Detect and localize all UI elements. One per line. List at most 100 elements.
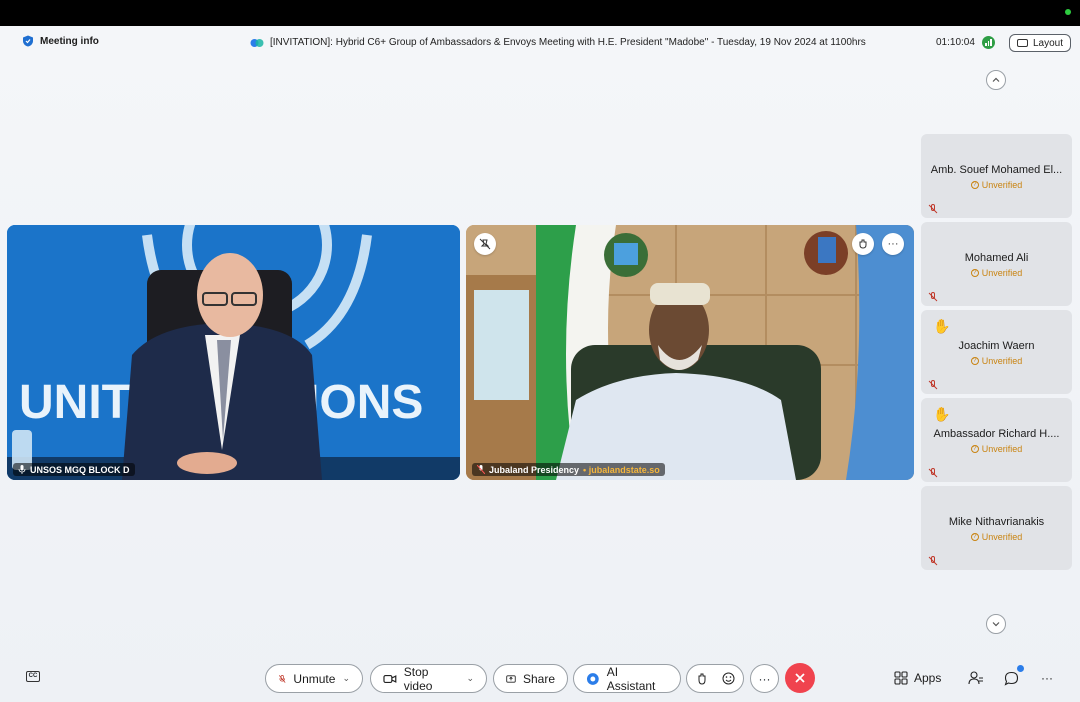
unmute-label: Unmute <box>293 671 336 686</box>
status-text: Unverified <box>981 532 1023 542</box>
unverified-icon: ? <box>970 533 979 541</box>
unverified-icon: ? <box>970 181 979 189</box>
participant-card[interactable]: ✋ Joachim Waern ? Unverified <box>921 310 1072 394</box>
video-name-tag: Jubaland Presidency • jubalandstate.so <box>472 463 665 476</box>
ai-assistant-label: AI Assistant <box>606 664 656 693</box>
chevron-down-icon[interactable]: ⌄ <box>466 673 474 684</box>
chevron-up-icon <box>992 77 1000 82</box>
webex-icon <box>250 38 264 47</box>
participant-name: Amb. Souef Mohamed El... <box>930 164 1063 176</box>
meeting-info-label: Meeting info <box>40 35 99 47</box>
unmute-button[interactable]: Unmute ⌄ <box>265 664 363 693</box>
more-menu-button[interactable]: ··· <box>1041 671 1053 685</box>
chat-icon <box>1004 671 1019 686</box>
mic-off-icon <box>928 556 938 566</box>
mic-off-icon <box>928 380 938 390</box>
end-call-button[interactable] <box>785 663 815 693</box>
more-options-button[interactable]: ··· <box>750 664 779 693</box>
network-signal-icon[interactable] <box>982 36 995 49</box>
close-icon <box>795 673 805 683</box>
meeting-title: [INVITATION]: Hybrid C6+ Group of Ambass… <box>250 37 866 48</box>
subtitle-text: jubalandstate.so <box>588 464 660 475</box>
participant-card[interactable]: Mohamed Ali ? Unverified <box>921 222 1072 306</box>
scroll-up-button[interactable] <box>986 70 1006 90</box>
shield-icon <box>23 35 33 47</box>
video-participant-name: UNSOS MGQ BLOCK D <box>30 464 130 475</box>
layout-button[interactable]: Layout <box>1009 34 1071 52</box>
reaction-button[interactable] <box>852 233 874 255</box>
more-dots-icon: ··· <box>1041 671 1053 685</box>
status-dot <box>1065 9 1071 15</box>
pin-off-icon <box>479 238 491 250</box>
apps-button[interactable]: Apps <box>894 671 941 685</box>
chat-notification-dot <box>1017 665 1024 672</box>
participant-name: Joachim Waern <box>958 340 1035 352</box>
raised-hand-icon: ✋ <box>933 318 951 334</box>
participant-card[interactable]: ✋ Ambassador Richard H.... ? Unverified <box>921 398 1072 482</box>
share-button[interactable]: Share <box>493 664 568 693</box>
camera-icon <box>383 674 397 683</box>
mic-off-icon <box>928 204 938 214</box>
participant-name: Ambassador Richard H.... <box>933 428 1060 440</box>
apps-label: Apps <box>914 671 942 685</box>
scroll-down-button[interactable] <box>986 614 1006 634</box>
chevron-down-icon <box>992 622 1000 627</box>
unpin-button[interactable] <box>474 233 496 255</box>
participant-status: ? Unverified <box>921 268 1072 278</box>
video-participant-subtitle: • jubalandstate.so <box>583 464 660 475</box>
status-text: Unverified <box>981 268 1023 278</box>
more-dots-icon: ··· <box>887 238 899 250</box>
participant-status: ? Unverified <box>921 444 1072 454</box>
captions-button[interactable]: CC <box>26 671 40 682</box>
video-feed-jubaland <box>466 225 914 480</box>
video-participant-name: Jubaland Presidency <box>489 464 580 475</box>
video-feed-unsos: UNITED NATIONS <box>7 225 460 480</box>
participant-card[interactable]: Amb. Souef Mohamed El... ? Unverified <box>921 134 1072 218</box>
top-bar <box>0 0 1080 26</box>
raise-hand-button[interactable] <box>686 664 744 693</box>
participants-icon <box>968 671 983 685</box>
share-label: Share <box>522 671 555 686</box>
apps-icon <box>894 671 908 685</box>
video-tile-jubaland[interactable]: ··· Jubaland Presidency • jubalandstate.… <box>466 225 914 480</box>
participant-name: Mohamed Ali <box>964 252 1029 264</box>
raised-hand-icon: ✋ <box>933 406 951 422</box>
mic-off-icon <box>928 468 938 478</box>
layout-icon <box>1016 39 1028 47</box>
meeting-window: Meeting info [INVITATION]: Hybrid C6+ Gr… <box>0 26 1080 702</box>
hand-icon <box>698 673 705 685</box>
stop-video-button[interactable]: Stop video ⌄ <box>370 664 487 693</box>
ai-assistant-icon <box>586 672 599 685</box>
more-dots-icon: ··· <box>758 671 771 686</box>
mic-off-icon <box>477 465 485 474</box>
status-text: Unverified <box>981 356 1023 366</box>
meeting-header: Meeting info [INVITATION]: Hybrid C6+ Gr… <box>0 26 1080 62</box>
chat-button[interactable] <box>1004 671 1019 686</box>
meeting-title-text: [INVITATION]: Hybrid C6+ Group of Ambass… <box>270 37 866 48</box>
mic-on-icon <box>18 465 26 474</box>
closed-captions-icon: CC <box>28 673 38 679</box>
meeting-timer: 01:10:04 <box>936 37 975 48</box>
unverified-icon: ? <box>970 357 979 365</box>
participant-status: ? Unverified <box>921 356 1072 366</box>
mic-off-icon <box>928 292 938 302</box>
participant-card[interactable]: Mike Nithavrianakis ? Unverified <box>921 486 1072 570</box>
layout-label: Layout <box>1032 37 1064 49</box>
chevron-down-icon[interactable]: ⌄ <box>342 673 350 684</box>
tile-more-button[interactable]: ··· <box>882 233 904 255</box>
participants-button[interactable] <box>968 671 984 685</box>
meeting-info-button[interactable]: Meeting info <box>22 35 99 47</box>
mic-off-icon <box>278 674 286 683</box>
participant-status: ? Unverified <box>921 180 1072 190</box>
share-screen-icon <box>506 674 516 683</box>
stop-video-label: Stop video <box>403 664 433 693</box>
unverified-icon: ? <box>970 445 979 453</box>
hand-reaction-icon <box>859 239 867 249</box>
ai-assistant-button[interactable]: AI Assistant <box>573 664 681 693</box>
participant-status: ? Unverified <box>921 532 1072 542</box>
participant-name: Mike Nithavrianakis <box>948 516 1045 528</box>
status-text: Unverified <box>981 444 1023 454</box>
video-tile-unsos[interactable]: UNITED NATIONS UNSOS MGQ BLOCK D <box>7 225 460 480</box>
video-name-tag: UNSOS MGQ BLOCK D <box>13 463 135 476</box>
status-text: Unverified <box>981 180 1023 190</box>
